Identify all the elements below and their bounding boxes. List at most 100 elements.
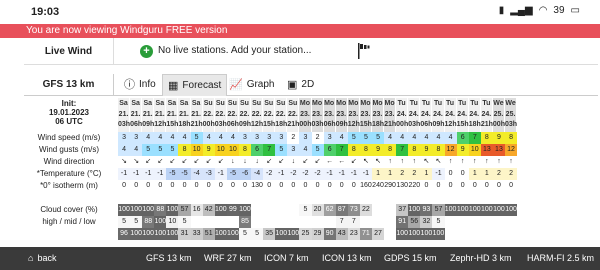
forecast-column-header: Sa 21. 06h: [130, 98, 143, 132]
model-link[interactable]: GFS 13 km: [146, 253, 192, 263]
cloud-mid-row-cell: [251, 216, 264, 228]
forecast-column-header: Mo 23. 09h: [335, 98, 348, 132]
back-button[interactable]: ⌂ back: [28, 253, 56, 263]
cloud-mid-row-cell: [190, 216, 203, 228]
wind-gusts-row-cell: 12: [444, 144, 457, 156]
wind-speed-row-cell: 4: [226, 132, 239, 144]
temperature-row-cell: -6: [238, 168, 252, 180]
temperature-row-cell: -5: [178, 168, 191, 180]
cloud-high-row-cell: 100: [505, 204, 518, 216]
cloud-high-row-cell: 73: [347, 204, 360, 216]
isotherm-row-cell: 160: [359, 180, 372, 192]
model-link[interactable]: ICON 7 km: [264, 253, 309, 263]
cloud-low-row-cell: 90: [323, 228, 336, 240]
model-link[interactable]: ICON 13 km: [322, 253, 372, 263]
model-link[interactable]: HARM-FI 2.5 km: [527, 253, 594, 263]
wind-direction-row-cell: ↙: [190, 156, 203, 168]
add-station-icon[interactable]: +: [140, 45, 153, 58]
cloud-high-row-cell: 37: [396, 204, 409, 216]
temperature-row-cell: -1: [347, 168, 360, 180]
cloud-mid-row-cell: [384, 216, 397, 228]
isotherm-row-cell: 220: [408, 180, 421, 192]
wind-gusts-row-cell: 8: [408, 144, 421, 156]
isotherm-row-cell: 0: [202, 180, 215, 192]
forecast-column-header: We 25. 03h: [505, 98, 518, 132]
wind-speed-row-cell: 4: [420, 132, 433, 144]
cloud-low-row-cell: 23: [347, 228, 360, 240]
wind-direction-row-cell: ↑: [408, 156, 421, 168]
wind-gusts-row-cell: 12: [505, 144, 518, 156]
model-link[interactable]: GDPS 15 km: [384, 253, 437, 263]
wind-gusts-row-cell: 10: [468, 144, 481, 156]
cloud-high-row-cell: 42: [202, 204, 215, 216]
cloud-low-row-cell: [492, 228, 505, 240]
temperature-row-cell: -1: [142, 168, 155, 180]
spacer-row-cell: [311, 192, 324, 204]
wind-direction-row-cell: ↙: [347, 156, 360, 168]
isotherm-row-cell: 130: [251, 180, 264, 192]
wind-direction-row-cell: ←: [323, 156, 336, 168]
cloud-high-row-cell: [287, 204, 300, 216]
windsock-icon[interactable]: [358, 43, 372, 59]
wind-speed-row-cell: 2: [287, 132, 300, 144]
cloud-mid-row-cell: 5: [178, 216, 191, 228]
isotherm-row-cell: 0: [166, 180, 179, 192]
cloud-mid-row-cell: [444, 216, 457, 228]
model-link[interactable]: WRF 27 km: [204, 253, 252, 263]
isotherm-row-cell: 0: [505, 180, 518, 192]
temperature-row-cell: -2: [263, 168, 276, 180]
wind-direction-row-cell: ↙: [275, 156, 288, 168]
tab-info[interactable]: ⓘ Info: [119, 74, 161, 96]
add-station-link[interactable]: No live stations. Add your station...: [158, 45, 311, 56]
spacer-row-cell: [238, 192, 252, 204]
wind-direction-row-cell: ↘: [130, 156, 143, 168]
isotherm-row-cell: 0: [275, 180, 288, 192]
tab-forecast[interactable]: ▦ Forecast: [162, 74, 228, 96]
wind-speed-row-cell: 4: [142, 132, 155, 144]
cloud-low-row-cell: 5: [238, 228, 252, 240]
cloud-mid-row-cell: [371, 216, 385, 228]
tab-2d[interactable]: ▣ 2D: [282, 74, 319, 96]
cloud-high-row-cell: [251, 204, 264, 216]
wind-gusts-row-cell: 4: [118, 144, 131, 156]
wind-direction-row-cell: ↑: [480, 156, 493, 168]
wind-speed-row-cell: 4: [154, 132, 167, 144]
cloud-high-row: 100 100 100 88 100 57 16 42 100 99 100 5 20 62 87 73 22 3…: [118, 204, 600, 216]
spacer-row-cell: [505, 192, 518, 204]
forecast-table[interactable]: Sa 21. 03h Sa 21. 06h Sa 21. 09h Sa 21. 12h Sa 21. 15h…: [118, 98, 600, 250]
isotherm-row-cell: 0: [118, 180, 131, 192]
cloud-high-row-cell: 57: [432, 204, 445, 216]
wind-direction-row-cell: ↑: [396, 156, 409, 168]
row-label: *0° isotherm (m): [40, 181, 98, 190]
forecast-column-header: Sa 21. 21h: [190, 98, 203, 132]
row-label: Wind speed (m/s): [37, 133, 101, 142]
temperature-row-cell: -1: [323, 168, 336, 180]
wind-speed-row-cell: 3: [299, 132, 312, 144]
wind-direction-row-cell: ↙: [263, 156, 276, 168]
cloud-low-row-cell: 100: [287, 228, 300, 240]
forecast-column-header: Mo 23. 06h: [323, 98, 336, 132]
cloud-high-row-cell: 100: [142, 204, 155, 216]
tab-graph[interactable]: 📈 Graph: [224, 74, 280, 96]
wind-gusts-row-cell: 5: [154, 144, 167, 156]
temperature-row-cell: 1: [420, 168, 433, 180]
isotherm-row-cell: 130: [396, 180, 409, 192]
spacer-row-cell: [359, 192, 372, 204]
cloud-low-row-cell: 25: [299, 228, 312, 240]
wind-direction-row-cell: ↙: [202, 156, 215, 168]
wind-direction-row-cell: ↙: [214, 156, 227, 168]
cloud-high-row-cell: 100: [130, 204, 143, 216]
forecast-column-header: Su 22. 12h: [251, 98, 264, 132]
spacer-row-cell: [468, 192, 481, 204]
wind-speed-row-cell: 5: [359, 132, 372, 144]
model-link[interactable]: Zephr-HD 3 km: [450, 253, 512, 263]
isotherm-row-cell: 0: [480, 180, 493, 192]
spacer-row-cell: [178, 192, 191, 204]
spacer-row-cell: [323, 192, 336, 204]
wind-speed-row-cell: 4: [178, 132, 191, 144]
row-label: Wind direction: [43, 157, 95, 166]
cloud-high-row-cell: 100: [408, 204, 421, 216]
row-label: high / mid / low: [42, 217, 96, 226]
cloud-high-row-cell: 100: [468, 204, 481, 216]
forecast-column-header: Sa 21. 03h: [118, 98, 131, 132]
